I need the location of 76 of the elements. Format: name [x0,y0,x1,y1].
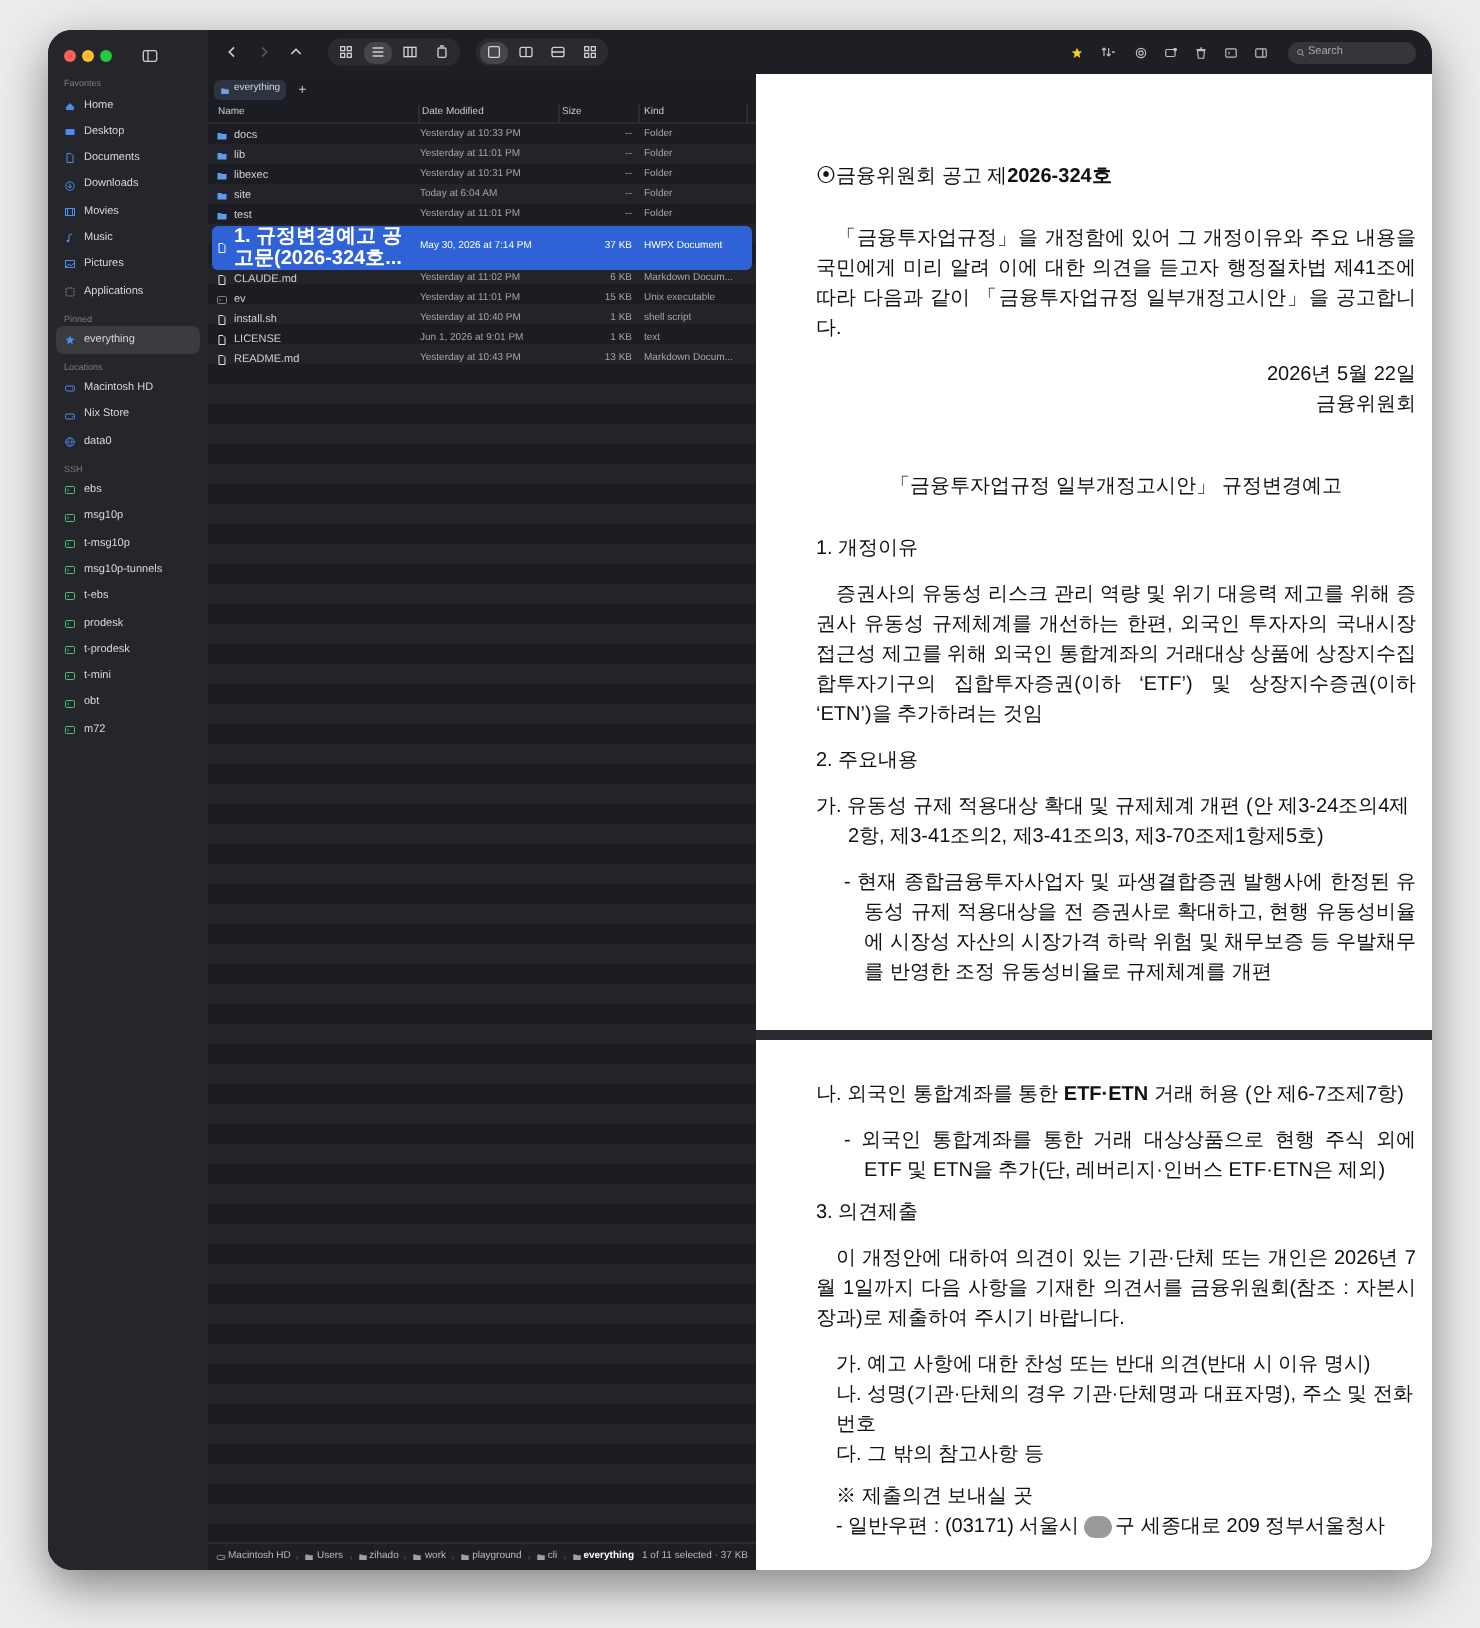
document-text: - 현재 종합금융투자사업자 및 파생결합증권 발행사에 한정된 유동성 규제 적용대상을 전 증권사로 확대하고, 현행 유동성비율에 시장성 자산의 시장가격 하락 위험 및 채무보증 등 우발채무를 반영한 조정 유동성비율로 규제체계를 개편 [842,870,1416,988]
document-icon [64,152,76,165]
download-icon [64,179,76,192]
globe-icon [64,435,76,448]
document-text: ※ 제출의견 보내실 곳 [834,1484,1035,1512]
folder-icon [460,1552,471,1562]
document-text: 나. 성명(기관·단체의 경우 기관·단체명과 대표자명), 주소 및 전화번호 [834,1382,1415,1440]
picture-icon [64,258,76,271]
zoom-button[interactable] [100,50,112,62]
terminal-icon [216,294,228,306]
redaction-blot [1083,1516,1112,1538]
document-text: 구 세종대로 209 정부서울청사 [1115,1514,1386,1542]
house-icon [64,99,76,112]
single-pane-icon [486,44,502,60]
app-grid-icon [64,285,76,298]
file-name: 1. 규정변경예고 공고문(2026-324호... [234,226,404,270]
terminal-icon [64,537,76,550]
back-icon [224,44,240,60]
terminal-icon [64,670,76,683]
column-view-icon [402,44,418,60]
document-text: 가. 예고 사항에 대한 찬성 또는 반대 의견(반대 시 이유 명시) [834,1352,1373,1380]
drive-icon [64,409,76,422]
terminal-icon [64,590,76,603]
document-text: 2026년 5월 22일 [1265,362,1416,390]
terminal-icon [64,723,76,736]
up-icon [288,44,304,60]
close-button[interactable] [64,50,76,62]
drive-icon [64,382,76,395]
document-text: 이 개정안에 대하여 의견이 있는 기관·단체 또는 개인은 2026년 7월 1일까지 다음 사항을 기재한 의견서를 금융위원회(참조 : 자본시장과)로 제출하여 주시기 바랍니다. [816,1246,1416,1334]
terminal-icon [64,511,76,523]
forward-icon [256,44,272,60]
document-icon [216,274,228,286]
document-text: ⦿금융위원회 공고 제2026-324호 [816,164,1114,192]
document-heading: 1. 개정이유 [816,536,921,564]
terminal-icon [1224,45,1238,59]
document-text: - 일반우편 : (03171) 서울시 [836,1514,1080,1542]
search-icon [1296,47,1306,57]
folder-icon [412,1552,423,1562]
vertical-split-icon [518,44,534,60]
list-view-button[interactable] [364,41,392,63]
folder-icon [535,1552,546,1562]
panel-icon [1254,45,1268,59]
horizontal-split-icon [550,44,566,60]
single-pane-button[interactable] [480,41,508,63]
document-heading: 「금융투자업규정 일부개정고시안」 규정변경예고 [888,473,1344,502]
document-heading: 3. 의견제출 [816,1200,921,1228]
document-text: - 외국인 통합계좌를 통한 거래 대상상품으로 현행 주식 외에 ETF 및 ETN을 추가(단, 레버리지·인버스 ETF·ETN은 제외) [842,1128,1416,1186]
folder-icon [304,1552,315,1562]
terminal-icon [64,697,76,710]
folder-icon [571,1552,582,1562]
sort-icon [1098,44,1118,60]
folder-icon [220,85,230,95]
document-icon [216,242,228,254]
quad-pane-icon [582,44,598,60]
drive-icon [216,1552,226,1562]
minimize-button[interactable] [82,50,94,62]
trash-icon [1194,45,1208,59]
document-text: 「금융투자업규정」을 개정함에 있어 그 개정이유와 주요 내용을 국민에게 미리 알려 이에 대한 의견을 듣고자 행정절차법 제41조에 따라 다음과 같이 「금융투자업규정 일부개정고시안」을 공고합니다. [816,225,1416,344]
terminal-icon [64,564,76,577]
sidebar-toggle-icon [142,48,158,64]
document-text: 증권사의 유동성 리스크 관리 역량 및 위기 대응력 제고를 위해 증권사 유동성 규제체계를 개선하는 한편, 외국인 투자자의 국내시장 접근성 제고를 위해 외국인 통합계좌의 거래대상 상품에 상장지수집합투자기구의 집합투자증권(이하 ‘ETF’) 및 상장지수증권(이하 ‘ETN’)을 추가하려는 것임 [816,582,1416,730]
document-text: 나. 외국인 통합계좌를 통한 ETF·ETN 거래 허용 (안 제6-7조제7항) [816,1082,1406,1110]
star-icon [1070,45,1084,59]
list-view-icon [370,44,386,60]
terminal-icon [64,617,76,630]
star-icon [64,334,76,347]
document-heading: 2. 주요내용 [816,748,921,776]
terminal-icon [64,643,76,656]
document-text: 금융위원회 [1314,392,1416,420]
music-note-icon [64,232,76,245]
folder-icon [357,1552,368,1562]
document-text: 다. 그 밖의 참고사항 등 [834,1442,1046,1470]
terminal-icon [64,484,76,497]
icon-view-icon [338,44,354,60]
film-icon [64,205,76,218]
document-text: 가. 유동성 규제 적용대상 확대 및 규제체계 개편 (안 제3-24조의4제2항, 제3-41조의2, 제3-41조의3, 제3-70조제1항제5호) [816,794,1412,852]
